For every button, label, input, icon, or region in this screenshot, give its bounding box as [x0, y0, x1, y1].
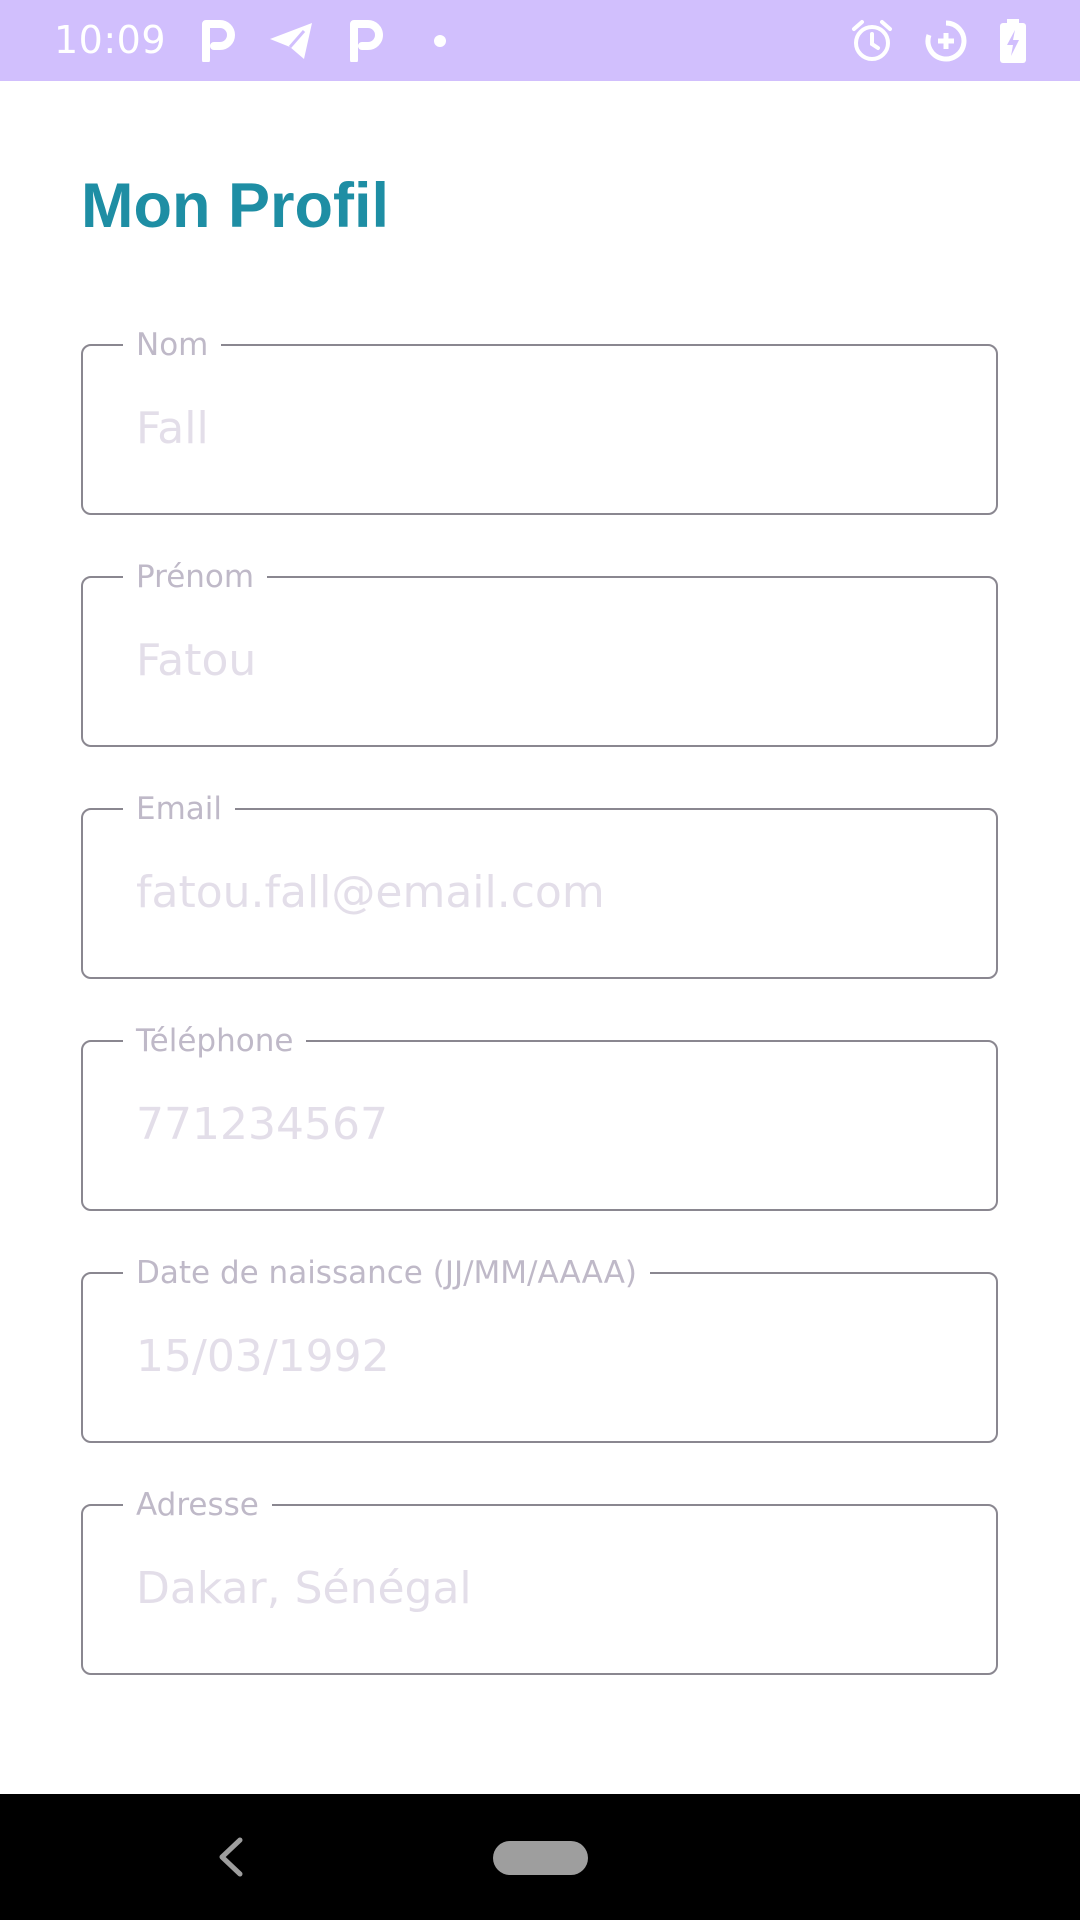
birthdate-field-value[interactable]: 15/03/1992	[136, 1274, 390, 1440]
status-time: 10:09	[54, 18, 167, 62]
back-chevron-icon[interactable]	[210, 1836, 250, 1878]
notification-dot-icon	[433, 0, 447, 81]
telephone-field[interactable]: Téléphone 771234567	[81, 1022, 998, 1211]
status-bar: 10:09	[0, 0, 1080, 81]
prenom-field-value[interactable]: Fatou	[136, 578, 256, 744]
parking-p-icon	[348, 0, 384, 81]
telegram-send-icon	[268, 0, 314, 81]
page-title: Mon Profil	[81, 171, 389, 241]
alarm-clock-icon	[850, 0, 894, 81]
adresse-field-value[interactable]: Dakar, Sénégal	[136, 1506, 472, 1672]
nom-field-value[interactable]: Fall	[136, 346, 209, 512]
nom-field[interactable]: Nom Fall	[81, 326, 998, 515]
email-field[interactable]: Email fatou.fall@email.com	[81, 790, 998, 979]
email-field-value[interactable]: fatou.fall@email.com	[136, 810, 605, 976]
parking-p-icon	[200, 0, 236, 81]
birthdate-field[interactable]: Date de naissance (JJ/MM/AAAA) 15/03/199…	[81, 1254, 998, 1443]
adresse-field[interactable]: Adresse Dakar, Sénégal	[81, 1486, 998, 1675]
data-saver-icon	[924, 0, 968, 81]
telephone-field-value[interactable]: 771234567	[136, 1042, 388, 1208]
home-pill-icon[interactable]	[493, 1841, 588, 1875]
prenom-field[interactable]: Prénom Fatou	[81, 558, 998, 747]
battery-charging-icon	[998, 0, 1028, 81]
